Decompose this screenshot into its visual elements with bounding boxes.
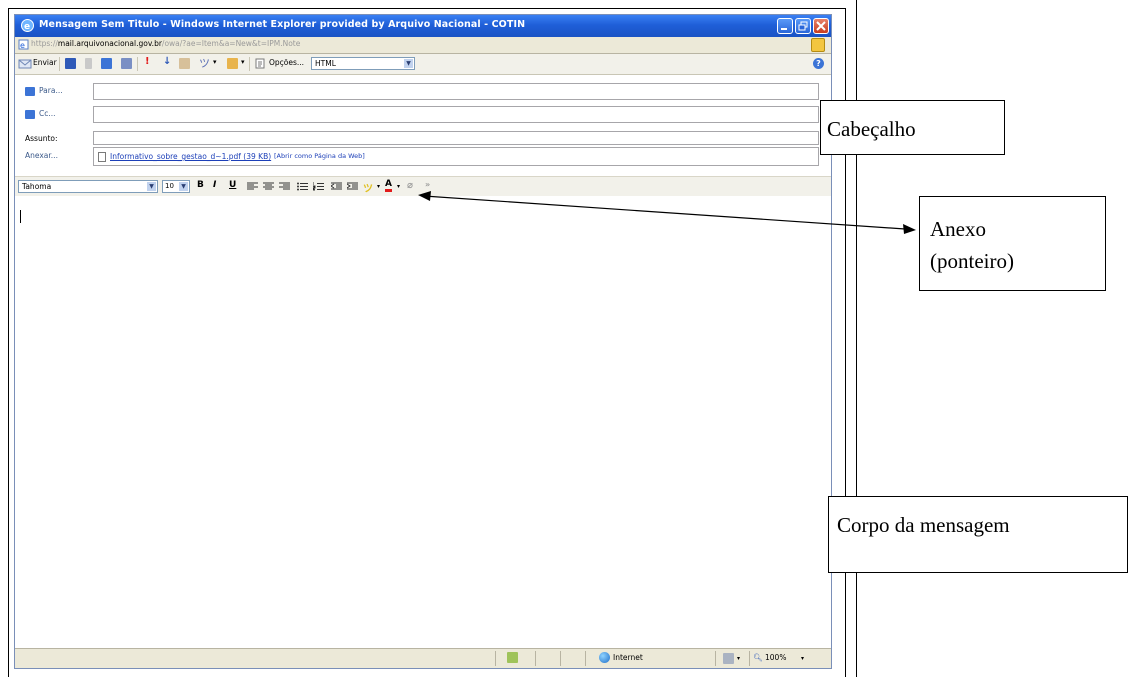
pointer-arrow-line [423,195,906,230]
pointer-arrow-head-start [418,191,431,201]
pointer-arrow [418,191,916,234]
pointer-arrow-head-end [903,224,916,234]
